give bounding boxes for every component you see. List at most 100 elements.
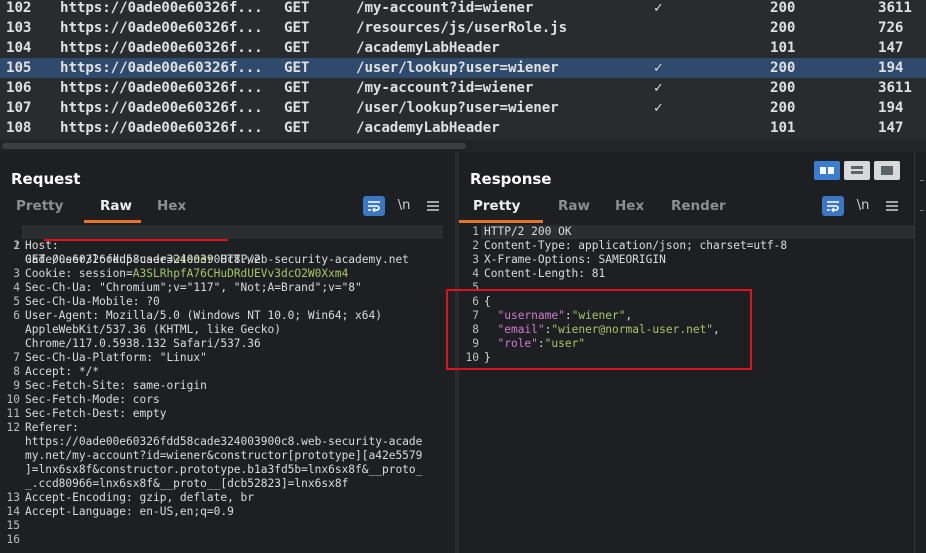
wrap-lines-button[interactable] (822, 196, 844, 216)
row-length: 147 (878, 120, 904, 136)
line-number: 4 (472, 267, 479, 280)
newline-toggle-button[interactable]: \n (393, 196, 415, 216)
row-method: GET (284, 120, 310, 136)
menu-icon[interactable] (422, 196, 444, 216)
layout-single-button[interactable] (874, 161, 900, 180)
tab-raw[interactable]: Raw (558, 198, 590, 214)
row-length: 3611 (878, 0, 912, 16)
header-sec-fetch-dest: Sec-Fetch-Dest: empty (25, 407, 167, 420)
header-sec-fetch-mode: Sec-Fetch-Mode: cors (25, 393, 160, 406)
active-tab-indicator (84, 220, 141, 223)
tab-pretty[interactable]: Pretty (16, 198, 63, 214)
header-sec-ch-ua-platform: Sec-Ch-Ua-Platform: "Linux" (25, 351, 207, 364)
panel-marker (920, 180, 924, 181)
header-sec-ch-ua-mobile: Sec-Ch-Ua-Mobile: ?0 (25, 295, 160, 308)
row-url: /academyLabHeader (356, 40, 500, 56)
table-row[interactable]: 104 https://0ade00e60326f... GET /academ… (0, 38, 926, 58)
scrollbar-thumb[interactable] (2, 143, 466, 149)
status-line: HTTP/2 200 OK (484, 225, 572, 238)
row-url: /user/lookup?user=wiener (356, 100, 559, 116)
header-sec-fetch-site: Sec-Fetch-Site: same-origin (25, 379, 207, 392)
row-method: GET (284, 100, 310, 116)
proxy-history-table: 102 https://0ade00e60326f... GET /my-acc… (0, 0, 926, 140)
wrap-lines-button[interactable] (363, 196, 385, 216)
header-referer-value: ]=lnx6sx8f&constructor.prototype.b1a3fd5… (25, 463, 423, 476)
response-title: Response (470, 170, 552, 188)
row-host: https://0ade00e60326f... (60, 60, 263, 76)
header-user-agent: User-Agent: Mozilla/5.0 (Windows NT 10.0… (25, 309, 382, 322)
table-row[interactable]: 103 https://0ade00e60326f... GET /resour… (0, 18, 926, 38)
row-length: 194 (878, 100, 904, 116)
red-underline-annotation (44, 239, 228, 241)
side-panel-edge[interactable] (914, 152, 926, 553)
row-method: GET (284, 20, 310, 36)
row-host: https://0ade00e60326f... (60, 80, 263, 96)
row-url: /my-account?id=wiener (356, 80, 534, 96)
row-host: https://0ade00e60326f... (60, 40, 263, 56)
header-x-frame-options: X-Frame-Options: SAMEORIGIN (484, 253, 666, 266)
header-accept-encoding: Accept-Encoding: gzip, deflate, br (25, 491, 255, 504)
tab-raw[interactable]: Raw (100, 198, 132, 214)
header-sec-ch-ua: Sec-Ch-Ua: "Chromium";v="117", "Not;A=Br… (25, 281, 362, 294)
wrap-icon (368, 201, 380, 213)
params-check-icon: ✓ (654, 0, 663, 16)
header-referer: Referer: (25, 421, 79, 434)
header-host: Host: (25, 239, 59, 252)
line-number: 3 (13, 267, 20, 280)
row-length: 3611 (878, 80, 912, 96)
line-number: 9 (13, 379, 20, 392)
line-number: 10 (6, 393, 20, 406)
row-status: 101 (770, 120, 796, 136)
row-status: 200 (770, 0, 796, 16)
header-referer-value: https://0ade00e60326fdd58cade324003900c8… (25, 435, 423, 448)
row-url: /my-account?id=wiener (356, 0, 534, 16)
row-host: https://0ade00e60326f... (60, 20, 263, 36)
header-user-agent-cont: AppleWebKit/537.36 (KHTML, like Gecko) (25, 323, 281, 336)
header-accept: Accept: */* (25, 365, 100, 378)
row-number: 102 (6, 0, 32, 16)
table-row[interactable]: 106 https://0ade00e60326f... GET /my-acc… (0, 78, 926, 98)
row-host: https://0ade00e60326f... (60, 120, 263, 136)
layout-side-by-side-button[interactable] (814, 161, 840, 180)
line-number: 6 (13, 309, 20, 322)
table-row[interactable]: 107 https://0ade00e60326f... GET /user/l… (0, 98, 926, 118)
table-row[interactable]: 102 https://0ade00e60326f... GET /my-acc… (0, 0, 926, 18)
cookie-name: session= (78, 267, 133, 280)
row-host: https://0ade00e60326f... (60, 100, 263, 116)
cookie-value: A3SLRhpfA76CHuDRdUEVv3dcO2W0Xxm4 (132, 267, 349, 280)
line-number: 13 (6, 491, 20, 504)
request-title: Request (11, 170, 81, 188)
request-pane: Request Pretty Raw Hex \n 1 GET /user/lo… (0, 152, 455, 553)
header-referer-value: my.net/my-account?id=wiener&constructor[… (25, 449, 423, 462)
menu-icon[interactable] (881, 196, 903, 216)
header-host-value: 0ade00e60326fdd58cade324003900c8.web-sec… (25, 253, 409, 266)
row-length: 194 (878, 60, 904, 76)
tab-render[interactable]: Render (671, 198, 726, 214)
tab-hex[interactable]: Hex (157, 198, 186, 214)
horizontal-scrollbar[interactable] (0, 140, 926, 152)
row-method: GET (284, 40, 310, 56)
header-user-agent-cont: Chrome/117.0.5938.132 Safari/537.36 (25, 337, 261, 350)
header-accept-language: Accept-Language: en-US,en;q=0.9 (25, 505, 234, 518)
line-number: 14 (6, 505, 20, 518)
table-row-selected[interactable]: 105 https://0ade00e60326f... GET /user/l… (0, 58, 926, 78)
row-length: 726 (878, 20, 904, 36)
row-url: /user/lookup?user=wiener (356, 60, 559, 76)
row-number: 104 (6, 40, 32, 56)
table-row[interactable]: 108 https://0ade00e60326f... GET /academ… (0, 118, 926, 138)
tab-pretty[interactable]: Pretty (473, 198, 520, 214)
row-url: /academyLabHeader (356, 120, 500, 136)
active-tab-indicator (459, 220, 543, 223)
line-number: 11 (6, 407, 20, 420)
layout-stacked-button[interactable] (844, 161, 870, 180)
row-url: /resources/js/userRole.js (356, 20, 568, 36)
tab-hex[interactable]: Hex (615, 198, 644, 214)
row-number: 108 (6, 120, 32, 136)
params-check-icon: ✓ (654, 80, 663, 96)
line-number: 1 (472, 225, 479, 238)
newline-toggle-button[interactable]: \n (852, 196, 874, 216)
row-number: 103 (6, 20, 32, 36)
wrap-icon (827, 201, 839, 213)
line-number: 12 (6, 421, 20, 434)
row-status: 200 (770, 100, 796, 116)
